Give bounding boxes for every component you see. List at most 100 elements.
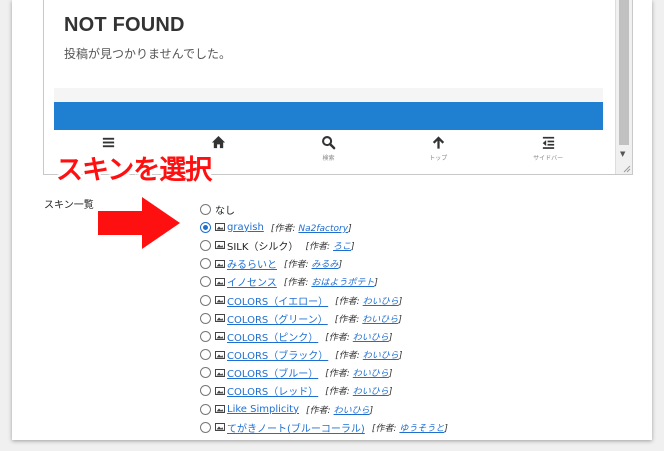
skin-name[interactable]: COLORS（レッド）: [227, 383, 318, 398]
author-suffix: ]: [338, 260, 343, 271]
skin-name[interactable]: COLORS（ブルー）: [227, 365, 318, 380]
skin-radio[interactable]: [200, 330, 211, 342]
skin-author: [作者: わいひら]: [325, 330, 392, 343]
image-icon: [215, 314, 225, 323]
skin-option[interactable]: COLORS（レッド） [作者: わいひら]: [200, 382, 448, 400]
nav-search-button[interactable]: 検索: [274, 130, 384, 174]
skin-radio[interactable]: [200, 221, 211, 233]
author-suffix: ]: [444, 423, 448, 434]
skin-author: [作者: わいひら]: [306, 403, 373, 416]
skin-option[interactable]: COLORS（ブルー） [作者: わいひら]: [200, 364, 448, 382]
author-prefix: [作者:: [305, 241, 330, 252]
preview-footer-bar: [54, 102, 603, 130]
skin-option[interactable]: COLORS（グリーン） [作者: わいひら]: [200, 309, 448, 327]
not-found-title: NOT FOUND: [64, 14, 185, 36]
skin-option[interactable]: みるらいと [作者: みるみ]: [200, 255, 448, 273]
skin-name[interactable]: てがきノート(ブルーコーラル): [227, 420, 365, 435]
nav-top-button[interactable]: トップ: [383, 130, 493, 174]
not-found-box: NOT FOUND 投稿が見つかりませんでした。: [54, 0, 603, 88]
skin-list-label: スキン一覧: [44, 200, 94, 211]
skin-option[interactable]: COLORS（ピンク） [作者: わいひら]: [200, 327, 448, 345]
skin-radio[interactable]: [200, 294, 211, 306]
skin-option[interactable]: なし: [200, 200, 448, 218]
skin-name: SILK（シルク）: [227, 241, 299, 253]
search-icon: [322, 136, 336, 150]
skin-name[interactable]: みるらいと: [227, 256, 277, 271]
author-link[interactable]: わいひら: [334, 406, 370, 416]
skin-name[interactable]: grayish: [227, 222, 264, 233]
author-link[interactable]: わいひら: [353, 387, 389, 397]
skin-author: [作者: Na2factory]: [271, 221, 352, 234]
skin-option[interactable]: てがきノート(ブルーコーラル) [作者: ゆうそうと]: [200, 418, 448, 436]
author-link[interactable]: みるみ: [312, 260, 339, 270]
image-icon: [215, 423, 225, 432]
skin-radio[interactable]: [200, 349, 211, 361]
nav-sidebar-button[interactable]: サイドバー: [493, 130, 603, 174]
skin-radio[interactable]: [200, 258, 211, 270]
author-prefix: [作者:: [371, 423, 397, 434]
sidebar-icon: [542, 136, 554, 149]
skin-option[interactable]: COLORS（イエロー） [作者: わいひら]: [200, 291, 448, 309]
author-prefix: [作者:: [283, 278, 309, 289]
skin-option[interactable]: COLORS（ブラック） [作者: わいひら]: [200, 346, 448, 364]
author-prefix: [作者:: [325, 332, 350, 343]
nav-sidebar-label: サイドバー: [533, 155, 564, 162]
author-link[interactable]: わいひら: [353, 333, 389, 343]
scrollbar-thumb[interactable]: [619, 0, 629, 145]
resize-grip-icon[interactable]: [622, 164, 631, 173]
author-link[interactable]: ゆうそうと: [399, 424, 444, 434]
skin-radio[interactable]: [200, 421, 211, 433]
author-prefix: [作者:: [334, 314, 360, 325]
skin-radio[interactable]: [200, 276, 211, 288]
skin-author: [作者: おはようポテト]: [284, 275, 378, 288]
author-suffix: ]: [398, 351, 403, 362]
author-suffix: ]: [398, 314, 402, 325]
skin-author: [作者: わいひら]: [335, 348, 402, 361]
preview-scrollbar[interactable]: ▼: [615, 0, 632, 174]
skin-radio[interactable]: [200, 385, 211, 397]
skin-option[interactable]: イノセンス [作者: おはようポテト]: [200, 273, 448, 291]
skin-author: [作者: みるみ]: [284, 257, 342, 270]
skin-name[interactable]: COLORS（グリーン）: [227, 311, 328, 326]
image-icon: [215, 259, 225, 268]
skin-option[interactable]: Like Simplicity [作者: わいひら]: [200, 400, 448, 418]
skin-name[interactable]: Like Simplicity: [227, 404, 299, 415]
author-suffix: ]: [351, 241, 355, 252]
skin-radio[interactable]: [200, 312, 211, 324]
skin-radio[interactable]: [200, 239, 211, 251]
skin-author: [作者: ゆうそうと]: [372, 421, 448, 434]
author-link[interactable]: わいひら: [363, 351, 399, 361]
author-prefix: [作者:: [284, 260, 309, 271]
author-link[interactable]: わいひら: [363, 297, 399, 307]
skin-author: [作者: わいひら]: [325, 366, 392, 379]
author-prefix: [作者:: [306, 405, 331, 416]
skin-author: [作者: わいひら]: [335, 294, 402, 307]
skin-radio[interactable]: [200, 403, 211, 415]
skin-radio[interactable]: [200, 367, 211, 379]
nav-top-label: トップ: [429, 155, 448, 162]
image-icon: [215, 405, 225, 414]
author-suffix: ]: [398, 296, 403, 307]
author-link[interactable]: ろこ: [333, 242, 351, 252]
skin-name: なし: [215, 205, 235, 217]
skin-author: [作者: わいひら]: [325, 384, 392, 397]
image-icon: [215, 332, 225, 341]
author-link[interactable]: おはようポテト: [311, 278, 374, 288]
author-suffix: ]: [388, 369, 393, 380]
author-link[interactable]: Na2factory: [298, 224, 348, 234]
skin-name[interactable]: イノセンス: [227, 274, 277, 289]
skin-option[interactable]: SILK（シルク） [作者: ろこ]: [200, 236, 448, 254]
skin-radio[interactable]: [200, 203, 211, 215]
author-suffix: ]: [369, 405, 374, 416]
author-suffix: ]: [388, 332, 393, 343]
author-link[interactable]: わいひら: [362, 315, 398, 325]
skin-name[interactable]: COLORS（ピンク）: [227, 329, 318, 344]
scroll-down-icon[interactable]: ▼: [620, 150, 625, 158]
author-prefix: [作者:: [270, 223, 296, 234]
skin-list: なし grayish [作者: Na2factory] SILK（シルク） [作者: ろこ]…: [200, 200, 448, 436]
author-link[interactable]: わいひら: [353, 369, 389, 379]
skin-name[interactable]: COLORS（イエロー）: [227, 293, 328, 308]
skin-option[interactable]: grayish [作者: Na2factory]: [200, 218, 448, 236]
skin-name[interactable]: COLORS（ブラック）: [227, 347, 328, 362]
image-icon: [215, 350, 225, 359]
